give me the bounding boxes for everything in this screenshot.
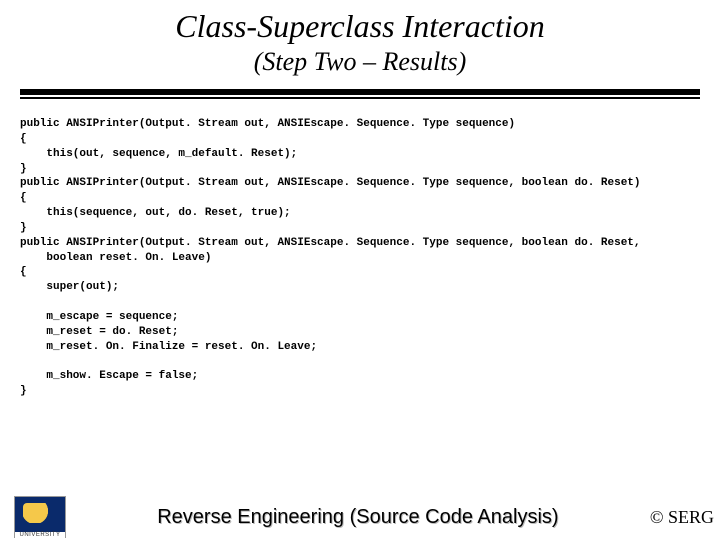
copyright: © SERG [650,507,714,528]
footer-title: Reverse Engineering (Source Code Analysi… [66,506,650,529]
slide-subtitle: (Step Two – Results) [0,47,720,77]
slide-title: Class-Superclass Interaction [0,8,720,45]
code-block: public ANSIPrinter(Output. Stream out, A… [20,117,700,399]
title-rule [20,89,700,99]
rule-thick [20,89,700,95]
logo-label: UNIVERSITY [15,532,65,538]
drexel-logo: UNIVERSITY [14,496,66,538]
rule-thin [20,97,700,99]
footer: UNIVERSITY Reverse Engineering (Source C… [0,496,720,538]
